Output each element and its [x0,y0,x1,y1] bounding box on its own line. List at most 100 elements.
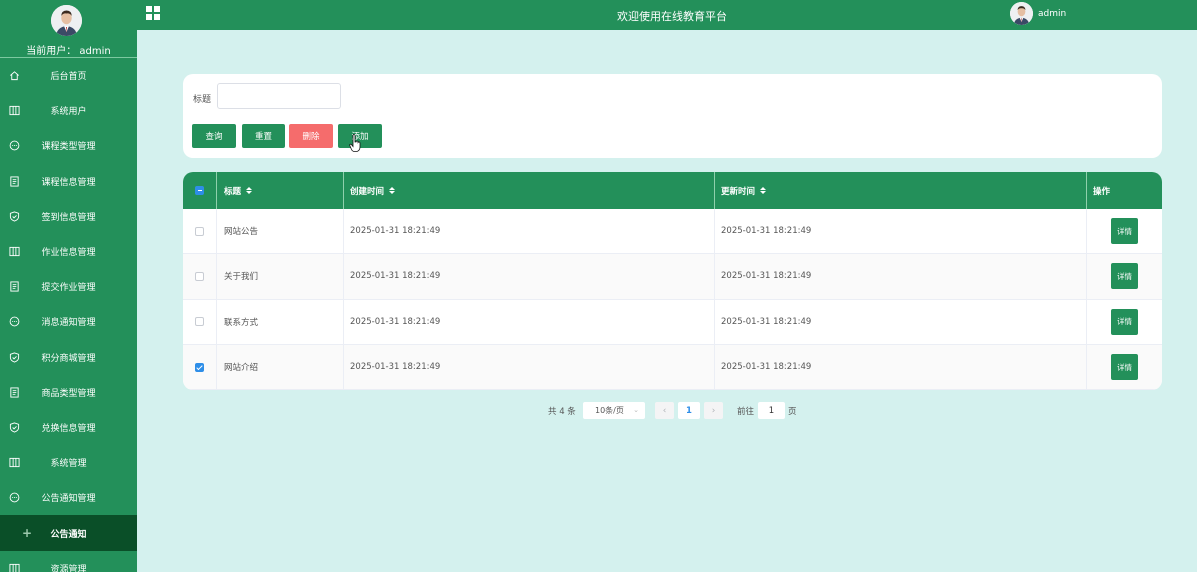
sidebar-item-8[interactable]: 积分商城管理 [0,340,137,375]
column-header-action: 操作 [1087,172,1162,209]
sidebar-item-label: 提交作业管理 [41,283,96,294]
sidebar-item-13[interactable]: + 公告通知 [0,515,137,551]
row-checkbox[interactable] [195,226,204,236]
document-icon [8,386,20,398]
sidebar-item-0[interactable]: 后台首页 [0,58,137,93]
column-header-created[interactable]: 创建时间 [344,172,715,209]
title-search-input[interactable] [217,83,341,109]
select-all-checkbox[interactable] [195,186,204,195]
column-header-updated[interactable]: 更新时间 [715,172,1087,209]
detail-button[interactable]: 详情 [1111,263,1138,290]
sidebar: 当前用户： admin 后台首页系统用户课程类型管理 课程信息管理 签到信息管理 作业… [0,0,137,572]
sidebar-item-10[interactable]: 兑换信息管理 [0,410,137,445]
current-user-label: 当前用户： admin [26,46,111,57]
sidebar-item-12[interactable]: 公告通知管理 [0,480,137,515]
sidebar-item-7[interactable]: 消息通知管理 [0,304,137,339]
query-button[interactable]: 查询 [192,124,236,148]
pagination-total: 共 4 条 [548,407,576,417]
sidebar-item-label: 系统管理 [50,459,87,470]
sidebar-item-label: 后台首页 [50,72,87,83]
sidebar-item-11[interactable]: 系统管理 [0,445,137,480]
top-header: 欢迎使用在线教育平台 admin [137,0,1197,30]
shield-check-icon [8,421,20,433]
document-icon [8,175,20,187]
sidebar-item-label: 签到信息管理 [41,212,96,223]
reset-button[interactable]: 重置 [242,124,285,148]
cell-updated: 2025-01-31 18:21:49 [715,209,1087,254]
row-checkbox[interactable] [195,271,204,281]
next-page-button[interactable]: › [704,402,723,419]
sort-icon[interactable] [760,187,767,194]
row-select-cell [183,299,217,344]
sidebar-item-label: 课程信息管理 [41,177,96,188]
sidebar-item-2[interactable]: 课程类型管理 [0,128,137,163]
page-jump-input[interactable] [758,402,785,419]
sort-icon[interactable] [389,187,396,194]
columns-icon [8,562,20,572]
page-size-select[interactable]: 10条/页 ⌄ [583,402,645,419]
search-panel: 标题 查询 重置 删除 添加 [183,74,1162,158]
cell-title: 网站介绍 [217,344,344,390]
add-button[interactable]: 添加 [338,124,382,148]
sidebar-item-9[interactable]: 商品类型管理 [0,375,137,410]
header-avatar[interactable] [1010,2,1033,25]
cell-created: 2025-01-31 18:21:49 [344,299,715,344]
column-action-label: 操作 [1093,186,1111,197]
column-title-label: 标题 [224,186,242,197]
header-username[interactable]: admin [1038,9,1066,19]
page-size-value: 10条/页 [595,406,624,415]
row-checkbox[interactable] [195,317,204,327]
sidebar-item-label: 商品类型管理 [41,388,96,399]
cell-updated: 2025-01-31 18:21:49 [715,254,1087,299]
title-filter-label: 标题 [193,95,212,105]
sidebar-item-3[interactable]: 课程信息管理 [0,164,137,199]
sidebar-item-14[interactable]: 资源管理 [0,551,137,572]
cell-updated: 2025-01-31 18:21:49 [715,299,1087,344]
columns-icon [8,246,20,258]
column-created-label: 创建时间 [350,186,385,197]
sort-icon[interactable] [246,187,253,194]
cell-updated: 2025-01-31 18:21:49 [715,344,1087,390]
chevron-right-icon: › [711,405,716,416]
sidebar-item-label: 课程类型管理 [41,142,96,153]
sidebar-item-4[interactable]: 签到信息管理 [0,199,137,234]
page-suffix-label: 页 [788,407,797,417]
sidebar-item-label: 兑换信息管理 [41,423,96,434]
row-select-cell [183,254,217,299]
detail-button[interactable]: 详情 [1111,354,1138,381]
avatar[interactable] [51,5,82,36]
column-header-title[interactable]: 标题 [217,172,344,209]
table-row: 网站介绍 2025-01-31 18:21:49 2025-01-31 18:21:… [183,344,1162,390]
columns-icon [8,457,20,469]
page-number-button[interactable]: 1 [678,402,700,419]
cell-created: 2025-01-31 18:21:49 [344,254,715,299]
select-all-cell [183,172,217,209]
chevron-left-icon: ‹ [662,405,667,416]
sidebar-item-5[interactable]: 作业信息管理 [0,234,137,269]
prev-page-button[interactable]: ‹ [655,402,674,419]
document-icon [8,281,20,293]
shield-check-icon [8,351,20,363]
sidebar-item-6[interactable]: 提交作业管理 [0,269,137,304]
chat-icon [8,492,20,504]
cell-title: 关于我们 [217,254,344,299]
detail-button[interactable]: 详情 [1111,218,1138,245]
sidebar-item-label: 作业信息管理 [41,248,96,259]
delete-button[interactable]: 删除 [289,124,333,148]
row-select-cell [183,344,217,390]
plus-icon: + [21,526,33,541]
columns-icon [8,105,20,117]
shield-check-icon [8,210,20,222]
sidebar-item-1[interactable]: 系统用户 [0,93,137,128]
detail-button[interactable]: 详情 [1111,308,1138,335]
chat-icon [8,316,20,328]
cell-created: 2025-01-31 18:21:49 [344,209,715,254]
sidebar-item-label: 资源管理 [50,564,87,572]
row-select-cell [183,209,217,254]
table-row: 网站公告 2025-01-31 18:21:49 2025-01-31 18:21:… [183,209,1162,255]
sidebar-profile: 当前用户： admin [0,0,137,58]
cell-title: 网站公告 [217,209,344,254]
sidebar-item-label: 公告通知管理 [41,494,96,505]
row-checkbox[interactable] [195,362,204,372]
cell-title: 联系方式 [217,299,344,344]
